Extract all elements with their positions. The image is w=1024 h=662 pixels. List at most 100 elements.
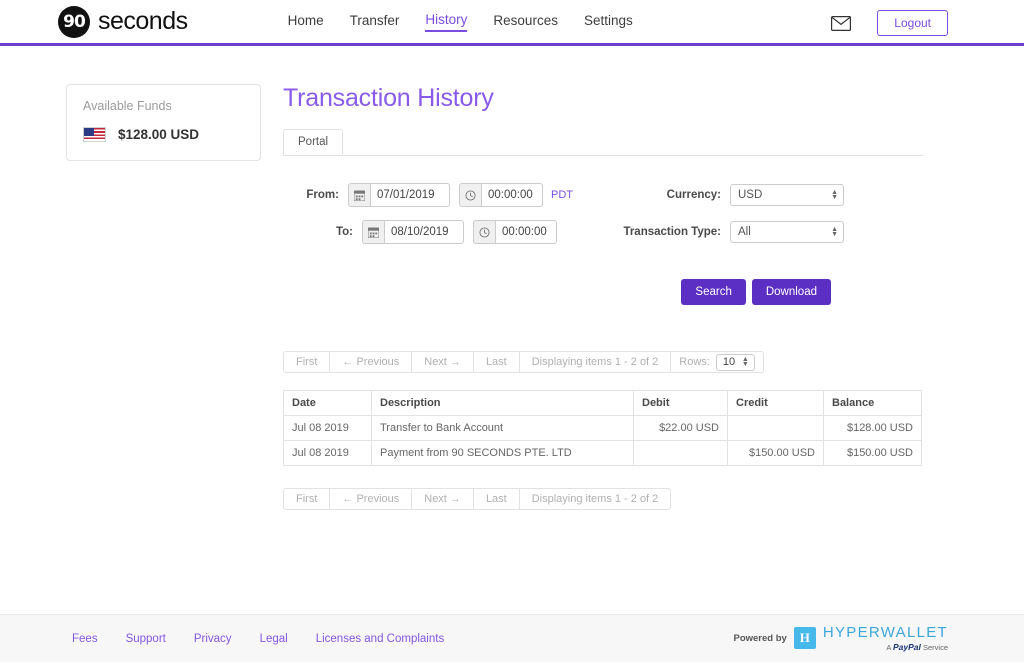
- clock-icon[interactable]: [473, 220, 495, 244]
- footer-link-support[interactable]: Support: [126, 633, 166, 645]
- pagination-bottom-wrap: First ← Previous Next → Last Displaying …: [283, 488, 923, 510]
- from-time-group: [459, 183, 543, 207]
- table-header-row: Date Description Debit Credit Balance: [284, 391, 922, 416]
- footer-link-licenses-and-complaints[interactable]: Licenses and Complaints: [316, 633, 445, 645]
- nav-item-settings[interactable]: Settings: [584, 13, 633, 31]
- main-navigation: Home Transfer History Resources Settings: [288, 12, 633, 32]
- currency-select[interactable]: USD: [730, 184, 844, 206]
- pager-rows-select-wrap: 10 ▲▼: [716, 354, 755, 371]
- footer-link-legal[interactable]: Legal: [260, 633, 288, 645]
- page-title: Transaction History: [283, 84, 923, 113]
- transaction-table: Date Description Debit Credit Balance Ju…: [283, 390, 922, 466]
- column-header-debit: Debit: [634, 391, 728, 416]
- envelope-icon[interactable]: [831, 16, 851, 31]
- cell-description-link[interactable]: Payment from 90 SECONDS PTE. LTD: [372, 441, 634, 466]
- logout-button[interactable]: Logout: [877, 10, 948, 36]
- pager-previous-button[interactable]: ← Previous: [330, 489, 412, 509]
- brand-mark-icon: 90: [58, 6, 90, 38]
- paypal-brand: PayPal: [893, 642, 921, 652]
- calendar-icon[interactable]: [362, 220, 384, 244]
- transaction-type-select[interactable]: All: [730, 221, 844, 243]
- brand-name: seconds: [98, 7, 188, 36]
- hyperwallet-logo-icon: H: [794, 627, 816, 649]
- pager-previous-button[interactable]: ← Previous: [330, 352, 412, 372]
- paypal-prefix: A: [886, 643, 891, 652]
- filter-form: From:: [283, 156, 923, 257]
- tab-underline: [283, 155, 923, 156]
- hyperwallet-brand: HYPERWALLET: [823, 625, 948, 641]
- cell-balance: $128.00 USD: [824, 416, 922, 441]
- from-date-group: [348, 183, 450, 207]
- nav-item-resources[interactable]: Resources: [493, 13, 558, 31]
- pager-rows-label: Rows:: [679, 356, 710, 368]
- footer-link-privacy[interactable]: Privacy: [194, 633, 232, 645]
- from-time-input[interactable]: [481, 183, 543, 207]
- available-funds-row: $128.00 USD: [83, 127, 244, 142]
- cell-balance: $150.00 USD: [824, 441, 922, 466]
- pager-first-button[interactable]: First: [284, 489, 330, 509]
- pager-info: Displaying items 1 - 2 of 2: [520, 489, 671, 509]
- from-date-input[interactable]: [370, 183, 450, 207]
- to-time-input[interactable]: [495, 220, 557, 244]
- site-footer: Fees Support Privacy Legal Licenses and …: [0, 614, 1024, 662]
- main-content: Transaction History Portal From:: [283, 84, 923, 510]
- page-body: Available Funds $128.00 USD Transaction …: [0, 46, 1024, 510]
- table-row: Jul 08 2019 Transfer to Bank Account $22…: [284, 416, 922, 441]
- pager-rows-group: Rows: 10 ▲▼: [671, 352, 763, 372]
- cell-credit: $150.00 USD: [728, 441, 824, 466]
- download-button[interactable]: Download: [752, 279, 831, 305]
- from-label: From:: [283, 189, 339, 201]
- column-header-credit: Credit: [728, 391, 824, 416]
- filter-select-column: Currency: USD ▲▼ Transaction Type: All: [621, 183, 844, 257]
- timezone-label: PDT: [551, 189, 573, 201]
- footer-links: Fees Support Privacy Legal Licenses and …: [72, 633, 444, 645]
- pagination-bottom: First ← Previous Next → Last Displaying …: [283, 488, 671, 510]
- to-date-row: To:: [283, 220, 573, 244]
- cell-description-link[interactable]: Transfer to Bank Account: [372, 416, 634, 441]
- nav-item-history[interactable]: History: [425, 12, 467, 32]
- pager-info: Displaying items 1 - 2 of 2: [520, 352, 672, 372]
- sidebar: Available Funds $128.00 USD: [66, 84, 261, 510]
- transaction-type-label: Transaction Type:: [621, 226, 721, 238]
- transaction-type-row: Transaction Type: All ▲▼: [621, 220, 844, 244]
- column-header-balance: Balance: [824, 391, 922, 416]
- paypal-service-line: A PayPal Service: [886, 643, 948, 652]
- to-date-input[interactable]: [384, 220, 464, 244]
- cell-debit: $22.00 USD: [634, 416, 728, 441]
- nav-item-home[interactable]: Home: [288, 13, 324, 31]
- pager-last-button[interactable]: Last: [474, 489, 520, 509]
- tab-bar: Portal: [283, 129, 923, 156]
- to-label: To:: [283, 226, 353, 238]
- footer-link-fees[interactable]: Fees: [72, 633, 98, 645]
- transaction-type-select-wrap: All ▲▼: [730, 221, 844, 243]
- pager-last-button[interactable]: Last: [474, 352, 520, 372]
- cell-date: Jul 08 2019: [284, 441, 372, 466]
- calendar-icon[interactable]: [348, 183, 370, 207]
- filter-date-column: From:: [283, 183, 573, 257]
- paypal-suffix: Service: [923, 643, 948, 652]
- hyperwallet-wordmark: HYPERWALLET A PayPal Service: [823, 625, 948, 652]
- from-date-row: From:: [283, 183, 573, 207]
- filter-actions: Search Download: [283, 279, 923, 305]
- cell-credit: [728, 416, 824, 441]
- search-button[interactable]: Search: [681, 279, 745, 305]
- pager-next-button[interactable]: Next →: [412, 352, 474, 372]
- us-flag-icon: [83, 127, 106, 142]
- available-funds-card: Available Funds $128.00 USD: [66, 84, 261, 161]
- powered-by-hyperwallet: Powered by H HYPERWALLET A PayPal Servic…: [734, 625, 949, 652]
- currency-row: Currency: USD ▲▼: [621, 183, 844, 207]
- nav-item-transfer[interactable]: Transfer: [350, 13, 400, 31]
- header-actions: Logout: [831, 0, 948, 46]
- column-header-date: Date: [284, 391, 372, 416]
- pager-first-button[interactable]: First: [284, 352, 330, 372]
- currency-select-wrap: USD ▲▼: [730, 184, 844, 206]
- available-funds-amount: $128.00 USD: [118, 127, 199, 142]
- pagination-top-wrap: First ← Previous Next → Last Displaying …: [283, 351, 923, 373]
- brand-logo[interactable]: 90 seconds: [58, 6, 188, 38]
- table-row: Jul 08 2019 Payment from 90 SECONDS PTE.…: [284, 441, 922, 466]
- pager-rows-select[interactable]: 10: [716, 354, 755, 371]
- pagination-top: First ← Previous Next → Last Displaying …: [283, 351, 764, 373]
- tab-portal[interactable]: Portal: [283, 129, 343, 154]
- pager-next-button[interactable]: Next →: [412, 489, 474, 509]
- clock-icon[interactable]: [459, 183, 481, 207]
